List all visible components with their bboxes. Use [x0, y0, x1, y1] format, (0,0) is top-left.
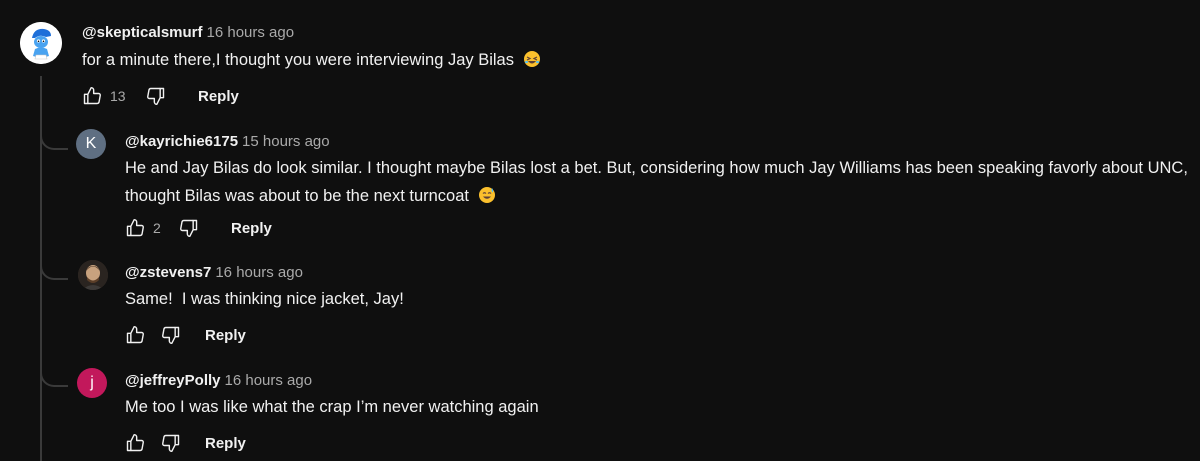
comment-text-line: Me too I was like what the crap I’m neve…	[125, 398, 539, 416]
smurf-avatar-icon[interactable]	[20, 22, 62, 64]
comment-time[interactable]: 16 hours ago	[225, 372, 313, 389]
avatar[interactable]: j	[77, 368, 107, 398]
dislike-button[interactable]	[179, 218, 199, 238]
thumbs-up-icon	[126, 218, 144, 237]
thread-connector	[40, 258, 68, 280]
like-count: 2	[153, 220, 161, 236]
thumbs-up-icon	[126, 325, 144, 344]
reply-button[interactable]: Reply	[198, 88, 239, 105]
dislike-button[interactable]	[146, 86, 166, 106]
reply-button[interactable]: Reply	[231, 220, 272, 237]
comment-time[interactable]: 15 hours ago	[242, 133, 330, 150]
like-button[interactable]	[125, 218, 145, 238]
thumbs-up-icon	[83, 86, 101, 105]
comment-meta: @jeffreyPolly 16 hours ago	[125, 372, 312, 389]
comment-author[interactable]: @zstevens7	[125, 264, 211, 281]
comment-actions: Reply	[125, 323, 246, 347]
like-button[interactable]	[125, 433, 145, 453]
comment-actions: Reply	[125, 431, 246, 455]
comment-author[interactable]: @jeffreyPolly	[125, 372, 221, 389]
avatar-letter: j	[90, 374, 94, 391]
rolling-on-floor-laughing-emoji-icon	[523, 49, 541, 77]
comment-meta: @zstevens7 16 hours ago	[125, 264, 303, 281]
thumbs-down-icon	[147, 87, 165, 106]
thumbs-up-icon	[126, 433, 144, 452]
comment-actions: 13 Reply	[82, 84, 239, 108]
comments-panel: @skepticalsmurf 16 hours ago for a minute…	[0, 0, 1200, 461]
photo-avatar-icon[interactable]	[78, 260, 108, 290]
comment-text: for a minute there,I thought you were in…	[82, 46, 541, 77]
comment-meta: @skepticalsmurf 16 hours ago	[82, 24, 294, 41]
comment-time[interactable]: 16 hours ago	[207, 24, 295, 41]
comment-author[interactable]: @skepticalsmurf	[82, 24, 203, 41]
comment-author[interactable]: @kayrichie6175	[125, 133, 238, 150]
thumbs-down-icon	[162, 434, 180, 453]
comment-text-line: Same! I was thinking nice jacket, Jay!	[125, 290, 404, 308]
avatar[interactable]: K	[76, 129, 106, 159]
comment-time[interactable]: 16 hours ago	[215, 264, 303, 281]
comment-text: He and Jay Bilas do look similar. I thou…	[125, 154, 1188, 213]
dislike-button[interactable]	[161, 433, 181, 453]
like-button[interactable]	[125, 325, 145, 345]
comment-meta: @kayrichie6175 15 hours ago	[125, 133, 330, 150]
like-button[interactable]	[82, 86, 102, 106]
comment-text-line: He and Jay Bilas do look similar. I thou…	[125, 159, 1188, 177]
comment-text-line: thought Bilas was about to be the next t…	[125, 187, 469, 205]
comment-text-line: for a minute there,I thought you were in…	[82, 51, 514, 69]
comment-actions: 2 Reply	[125, 216, 272, 240]
comment-text: Same! I was thinking nice jacket, Jay!	[125, 285, 404, 313]
grinning-sweat-emoji-icon	[478, 185, 496, 213]
thumbs-down-icon	[162, 326, 180, 345]
dislike-button[interactable]	[161, 325, 181, 345]
thread-connector	[40, 365, 68, 387]
thumbs-down-icon	[180, 219, 198, 238]
reply-button[interactable]: Reply	[205, 435, 246, 452]
comment-text-line-wrap: thought Bilas was about to be the next t…	[125, 182, 1188, 213]
comment-text: Me too I was like what the crap I’m neve…	[125, 393, 539, 421]
thread-connector	[40, 128, 68, 150]
reply-button[interactable]: Reply	[205, 327, 246, 344]
avatar-letter: K	[85, 135, 97, 152]
like-count: 13	[110, 88, 126, 104]
